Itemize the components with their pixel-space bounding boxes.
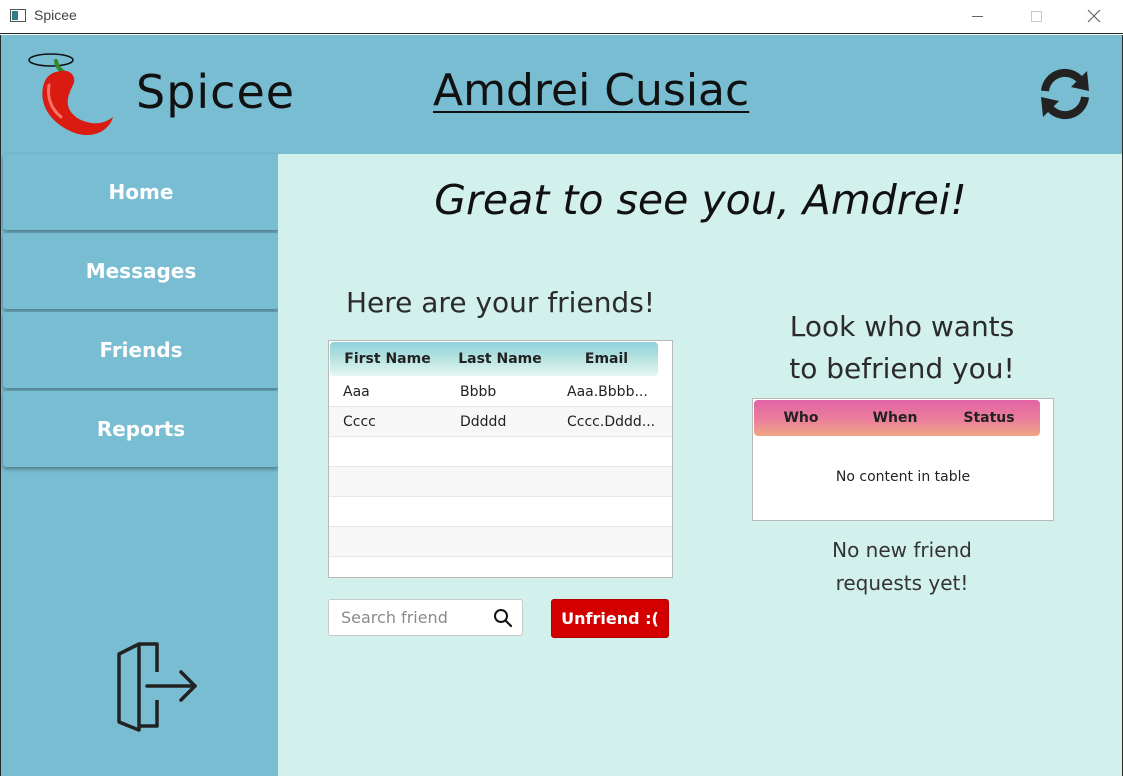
user-name-heading: Amdrei Cusiac [433, 65, 750, 116]
minimize-button[interactable] [948, 0, 1006, 32]
column-header-when[interactable]: When [848, 410, 942, 426]
unfriend-button[interactable]: Unfriend :( [551, 599, 669, 638]
sidebar: Home Messages Friends Reports [0, 154, 279, 776]
sidebar-item-label: Home [108, 180, 174, 204]
friend-requests-title: Look who wants to befriend you! [752, 306, 1052, 390]
empty-table-row [329, 467, 672, 497]
sidebar-item-reports[interactable]: Reports [3, 391, 279, 467]
window-titlebar: Spicee [0, 0, 1123, 34]
empty-table-row [329, 527, 672, 557]
chili-pepper-logo-icon [28, 53, 113, 135]
friends-table-header: First Name Last Name Email [330, 342, 658, 376]
cell-last-name: Bbbb [460, 383, 497, 400]
close-icon [1087, 9, 1101, 23]
table-row[interactable]: Cccc Ddddd Cccc.Dddd... [329, 407, 672, 437]
search-icon[interactable] [493, 608, 513, 628]
friends-table[interactable]: First Name Last Name Email Aaa Bbbb Aaa.… [328, 340, 673, 578]
search-friend-input[interactable] [329, 600, 489, 635]
empty-table-row [329, 497, 672, 527]
maximize-button[interactable] [1007, 0, 1065, 32]
no-requests-line: requests yet! [835, 571, 969, 595]
column-header-who[interactable]: Who [754, 410, 848, 426]
friend-requests-table[interactable]: Who When Status No content in table [752, 398, 1054, 521]
refresh-icon[interactable] [1037, 67, 1093, 121]
logout-icon[interactable] [111, 638, 203, 734]
main-content: Great to see you, Amdrei! Here are your … [278, 154, 1123, 776]
column-header-status[interactable]: Status [942, 410, 1036, 426]
sidebar-item-home[interactable]: Home [3, 154, 279, 230]
friends-section-title: Here are your friends! [345, 286, 656, 319]
column-header-last-name[interactable]: Last Name [445, 351, 555, 367]
friend-requests-title-line: Look who wants [789, 310, 1015, 343]
no-requests-line: No new friend [832, 538, 972, 562]
sidebar-item-label: Reports [96, 417, 186, 441]
brand-name: Spicee [136, 65, 296, 119]
requests-table-header: Who When Status [754, 400, 1040, 436]
sidebar-item-messages[interactable]: Messages [3, 233, 279, 309]
sidebar-item-label: Messages [85, 259, 197, 283]
table-empty-placeholder: No content in table [835, 469, 971, 485]
cell-first-name: Aaa [343, 383, 370, 400]
minimize-icon [971, 15, 983, 17]
app-window-icon [10, 9, 26, 22]
table-row[interactable]: Aaa Bbbb Aaa.Bbbb... [329, 377, 672, 407]
no-requests-message: No new friend requests yet! [752, 534, 1052, 600]
column-header-email[interactable]: Email [555, 351, 658, 367]
empty-table-row [329, 437, 672, 467]
cell-email: Cccc.Dddd... [567, 413, 656, 430]
cell-email: Aaa.Bbbb... [567, 383, 648, 400]
close-button[interactable] [1065, 0, 1123, 32]
greeting-heading: Great to see you, Amdrei! [434, 176, 967, 224]
sidebar-item-label: Friends [99, 338, 183, 362]
sidebar-item-friends[interactable]: Friends [3, 312, 279, 388]
window-title: Spicee [34, 7, 77, 23]
cell-last-name: Ddddd [460, 413, 507, 430]
column-header-first-name[interactable]: First Name [330, 351, 445, 367]
app-header: Spicee Amdrei Cusiac [0, 35, 1123, 154]
search-friend-box [328, 599, 523, 636]
cell-first-name: Cccc [343, 413, 376, 430]
maximize-icon [1030, 10, 1042, 22]
friend-requests-title-line: to befriend you! [789, 352, 1015, 385]
